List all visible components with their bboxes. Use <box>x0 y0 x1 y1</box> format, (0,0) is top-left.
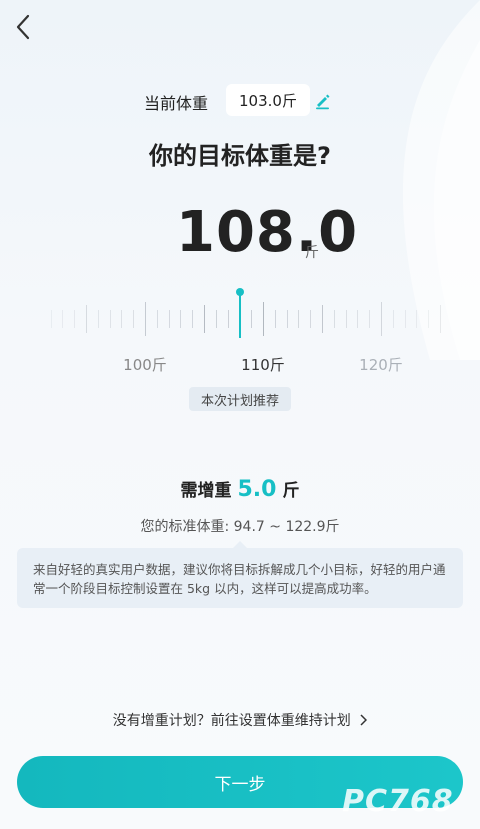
ruler-indicator <box>239 292 241 338</box>
page-title: 你的目标体重是? <box>149 142 331 170</box>
current-weight-value[interactable]: 103.0斤 <box>226 84 310 116</box>
ruler-tick <box>333 310 335 328</box>
ruler-tick <box>381 302 382 336</box>
ruler-tick <box>416 310 418 328</box>
edit-icon[interactable] <box>314 92 332 110</box>
tip-arrow <box>233 541 247 548</box>
ruler-tick <box>192 310 194 328</box>
chevron-right-icon <box>360 714 368 726</box>
tip-box: 来自好轻的真实用户数据，建议你将目标拆解成几个小目标，好轻的用户通常一个阶段目标… <box>17 541 463 608</box>
ruler-tick <box>74 310 76 328</box>
ruler-indicator-dot <box>236 288 244 296</box>
weight-ruler[interactable]: 100斤 110斤 120斤 <box>0 288 480 374</box>
ruler-tick <box>133 310 135 328</box>
ruler-label: 100斤 <box>123 356 167 374</box>
ruler-tick <box>404 310 406 328</box>
need-gain-label: 需增重 <box>180 481 232 501</box>
maintain-plan-link-text: 没有增重计划？前往设置体重维持计划 <box>112 713 351 729</box>
ruler-tick <box>263 302 264 336</box>
ruler-tick <box>251 310 253 328</box>
recommend-badge: 本次计划推荐 <box>189 387 291 411</box>
ruler-tick <box>180 310 182 328</box>
ruler-label: 110斤 <box>241 356 285 374</box>
need-gain-unit: 斤 <box>282 481 300 501</box>
ruler-tick <box>369 310 371 328</box>
chevron-left-icon <box>16 14 30 40</box>
ruler-tick <box>440 305 441 333</box>
ruler-tick <box>204 305 205 333</box>
ruler-tick <box>428 310 430 328</box>
ruler-label: 120斤 <box>359 356 403 374</box>
ruler-tick <box>62 310 64 328</box>
ruler-tick <box>322 305 323 333</box>
back-button[interactable] <box>8 12 38 42</box>
maintain-plan-link[interactable]: 没有增重计划？前往设置体重维持计划 <box>0 710 480 730</box>
ruler-tick <box>86 305 87 333</box>
watermark-logo: PC768 <box>342 784 454 819</box>
ruler-tick <box>286 310 288 328</box>
ruler-tick <box>215 310 217 328</box>
standard-weight-text: 您的标准体重: 94.7 ~ 122.9斤 <box>140 519 340 535</box>
ruler-tick <box>168 310 170 328</box>
ruler-tick <box>109 310 111 328</box>
tip-text: 来自好轻的真实用户数据，建议你将目标拆解成几个小目标，好轻的用户通常一个阶段目标… <box>33 562 446 596</box>
current-weight-label: 当前体重 <box>144 94 209 113</box>
ruler-tick <box>357 310 359 328</box>
need-gain-row: 需增重 5.0 斤 <box>0 476 480 502</box>
ruler-tick <box>97 310 99 328</box>
ruler-tick <box>310 310 312 328</box>
ruler-tick <box>345 310 347 328</box>
current-weight-row: 当前体重 103.0斤 <box>0 84 480 116</box>
ruler-tick <box>156 310 158 328</box>
ruler-tick <box>392 310 394 328</box>
ruler-tick <box>274 310 276 328</box>
ruler-tick <box>50 310 52 328</box>
ruler-tick <box>227 310 229 328</box>
need-gain-value: 5.0 <box>237 477 277 502</box>
target-weight-value: 108.0 <box>176 200 359 265</box>
ruler-tick <box>298 310 300 328</box>
ruler-tick <box>121 310 123 328</box>
target-weight-unit: 斤 <box>305 245 319 261</box>
ruler-tick <box>145 302 146 336</box>
